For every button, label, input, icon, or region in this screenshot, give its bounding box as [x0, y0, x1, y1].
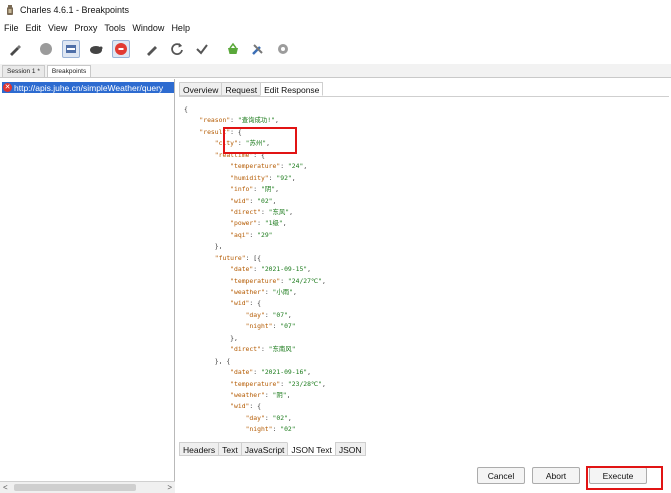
- action-buttons: Cancel Abort Execute: [177, 463, 671, 487]
- json-code: { "reason": "查询成功!", "result": { "city":…: [184, 104, 326, 436]
- code-line: {: [184, 105, 188, 113]
- charles-jug-icon: [5, 4, 15, 16]
- editor-tabs: Headers Text JavaScript JSON Text JSON: [179, 442, 366, 456]
- code-line: "wid": {: [230, 402, 261, 411]
- turtle-icon[interactable]: [87, 40, 105, 58]
- json-text-editor[interactable]: { "reason": "查询成功!", "result": { "city":…: [179, 96, 669, 442]
- code-line: "city": "苏州",: [214, 139, 270, 148]
- tools-icon[interactable]: [249, 40, 267, 58]
- vertical-scrollbar[interactable]: [665, 97, 669, 442]
- menu-file[interactable]: File: [4, 23, 19, 33]
- tab-text[interactable]: Text: [218, 442, 242, 456]
- tab-request[interactable]: Request: [221, 82, 262, 96]
- scrollbar-thumb[interactable]: [14, 484, 136, 491]
- breakpoint-error-icon: ✕: [3, 83, 12, 92]
- list-item[interactable]: ✕ http://apis.juhe.cn/simpleWeather/quer…: [2, 82, 174, 93]
- menu-window[interactable]: Window: [132, 23, 164, 33]
- code-line: "aqi": "29": [230, 230, 273, 239]
- code-line: "direct": "东风",: [230, 207, 294, 216]
- menu-help[interactable]: Help: [171, 23, 190, 33]
- window-title: Charles 4.6.1 - Breakpoints: [20, 5, 130, 15]
- menu-edit[interactable]: Edit: [26, 23, 42, 33]
- code-line: "realtime": {: [214, 150, 265, 159]
- code-line: "weather": "阴",: [230, 390, 291, 399]
- tab-overview[interactable]: Overview: [179, 82, 223, 96]
- code-line: }, {: [184, 356, 231, 365]
- cancel-button[interactable]: Cancel: [477, 467, 525, 484]
- scroll-left-icon[interactable]: <: [3, 483, 8, 492]
- validate-icon[interactable]: [193, 40, 211, 58]
- code-line: "humidity": "92",: [230, 173, 296, 182]
- throttle-icon[interactable]: [62, 40, 80, 58]
- detail-panel: Overview Request Edit Response { "reason…: [177, 79, 671, 493]
- code-line: "direct": "东南风": [230, 345, 296, 354]
- code-line: "result": {: [199, 127, 242, 136]
- code-line: "temperature": "24",: [230, 162, 308, 171]
- menu-view[interactable]: View: [48, 23, 67, 33]
- breakpoint-list: ✕ http://apis.juhe.cn/simpleWeather/quer…: [0, 79, 175, 493]
- code-line: "wid": "02",: [230, 196, 277, 205]
- breakpoint-url: http://apis.juhe.cn/simpleWeather/query: [14, 82, 164, 93]
- menu-tools[interactable]: Tools: [104, 23, 125, 33]
- code-line: "reason": "查询成功!",: [199, 116, 279, 125]
- code-line: "power": "1级",: [230, 219, 287, 228]
- menu-bar: File Edit View Proxy Tools Window Help: [0, 20, 671, 36]
- basket-icon[interactable]: [224, 40, 242, 58]
- code-line: },: [184, 242, 223, 251]
- settings-icon[interactable]: [274, 40, 292, 58]
- tab-session-1[interactable]: Session 1 *: [2, 65, 45, 77]
- repeat-icon[interactable]: [168, 40, 186, 58]
- code-line: "day": "02",: [245, 413, 292, 422]
- scroll-right-icon[interactable]: >: [167, 483, 172, 492]
- code-line: "temperature": "24/27℃",: [230, 276, 326, 285]
- abort-button[interactable]: Abort: [532, 467, 580, 484]
- code-line: "date": "2021-09-16",: [230, 368, 312, 377]
- request-tabs: Overview Request Edit Response: [179, 82, 324, 96]
- code-line: "night": "02": [245, 425, 296, 434]
- horizontal-scrollbar[interactable]: < >: [0, 481, 175, 493]
- code-line: "night": "07": [245, 322, 296, 331]
- breakpoint-icon[interactable]: [112, 40, 130, 58]
- compose-icon[interactable]: [143, 40, 161, 58]
- tab-json-text[interactable]: JSON Text: [287, 442, 336, 456]
- menu-proxy[interactable]: Proxy: [74, 23, 97, 33]
- pen-icon[interactable]: [6, 40, 24, 58]
- title-bar: Charles 4.6.1 - Breakpoints: [0, 0, 671, 20]
- code-line: "date": "2021-09-15",: [230, 265, 312, 274]
- session-tabs: Session 1 * Breakpoints: [0, 64, 671, 78]
- tab-edit-response[interactable]: Edit Response: [260, 82, 324, 96]
- tab-headers[interactable]: Headers: [179, 442, 220, 456]
- code-line: "info": "阴",: [230, 185, 279, 194]
- tab-breakpoints[interactable]: Breakpoints: [46, 65, 92, 77]
- code-line: "temperature": "23/28℃",: [230, 379, 326, 388]
- tab-javascript[interactable]: JavaScript: [240, 442, 289, 456]
- code-line: "wid": {: [230, 299, 261, 308]
- code-line: "future": [{: [214, 253, 261, 262]
- tab-json[interactable]: JSON: [334, 442, 366, 456]
- code-line: "day": "07",: [245, 310, 292, 319]
- code-line: "weather": "小雨",: [230, 288, 297, 296]
- record-icon[interactable]: [37, 40, 55, 58]
- toolbar: [0, 36, 671, 62]
- execute-button[interactable]: Execute: [589, 467, 647, 484]
- code-line: },: [184, 333, 238, 342]
